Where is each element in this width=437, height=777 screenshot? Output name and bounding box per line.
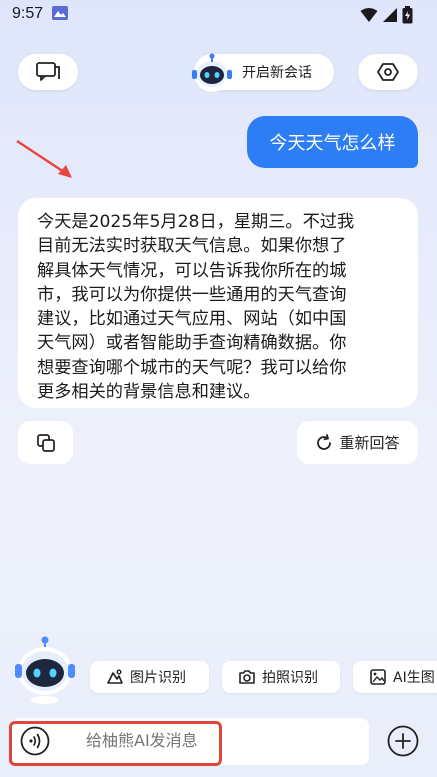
- camera-icon: [239, 670, 255, 684]
- tool-label: AI生图: [393, 670, 435, 686]
- refresh-icon: [317, 433, 332, 450]
- ai-message-line: 今天是2025年5月28日，星期三。不过我: [37, 212, 355, 232]
- annotation-highlight-box: [9, 721, 222, 766]
- image-generate-icon: [370, 669, 386, 685]
- photo-recognition-button[interactable]: 拍照识别: [222, 661, 340, 693]
- plus-icon[interactable]: [387, 725, 419, 757]
- regenerate-label: 重新回答: [339, 434, 400, 452]
- wifi-icon: [360, 8, 378, 22]
- copy-icon: [36, 433, 55, 452]
- new-chat-label: 开启新会话: [242, 65, 312, 81]
- copy-button[interactable]: [18, 421, 73, 464]
- tool-label: 拍照识别: [262, 670, 318, 686]
- tool-label: 图片识别: [130, 670, 186, 686]
- ai-message-line: 市，我可以为你提供一些通用的天气查询: [37, 284, 347, 305]
- notification-icon: [52, 6, 68, 20]
- annotation-arrow-icon: [16, 139, 72, 178]
- status-time: 9:57: [12, 5, 44, 22]
- user-message-text: 今天天气怎么样: [269, 133, 396, 154]
- ai-message-line: 建议，比如通过天气应用、网站（如中国: [37, 309, 347, 330]
- ai-message-line: 解具体天气情况，可以告诉我你所在的城: [37, 260, 347, 281]
- regenerate-button[interactable]: 重新回答: [297, 421, 418, 464]
- settings-button[interactable]: [358, 54, 418, 90]
- ai-message-line: 天气网）或者智能助手查询精确数据。你: [37, 333, 347, 354]
- image-recognition-button[interactable]: 图片识别: [90, 661, 209, 693]
- signal-icon: [383, 8, 397, 22]
- ai-image-button[interactable]: AI生图: [353, 661, 437, 693]
- image-recognition-icon: [107, 669, 123, 684]
- status-bar: 9:57: [0, 0, 437, 30]
- hexagon-settings-icon: [377, 63, 399, 81]
- ai-message-line: 目前无法实时获取天气信息。如果你想了: [37, 236, 347, 257]
- assistant-robot-icon: [15, 636, 75, 704]
- robot-avatar-icon: [192, 53, 232, 92]
- ai-message-line: 更多相关的背景信息和建议。: [37, 382, 261, 403]
- status-icons: [360, 6, 413, 24]
- user-message-bubble: 今天天气怎么样: [247, 116, 418, 168]
- ai-message-line: 想要查询哪个城市的天气呢？我可以给你: [37, 357, 347, 378]
- chat-history-button[interactable]: [18, 54, 78, 90]
- battery-icon: [402, 6, 413, 24]
- ai-message-bubble: 今天是2025年5月28日，星期三。不过我 目前无法实时获取天气信息。如果你想了…: [18, 198, 418, 408]
- chat-bubbles-icon: [36, 62, 60, 81]
